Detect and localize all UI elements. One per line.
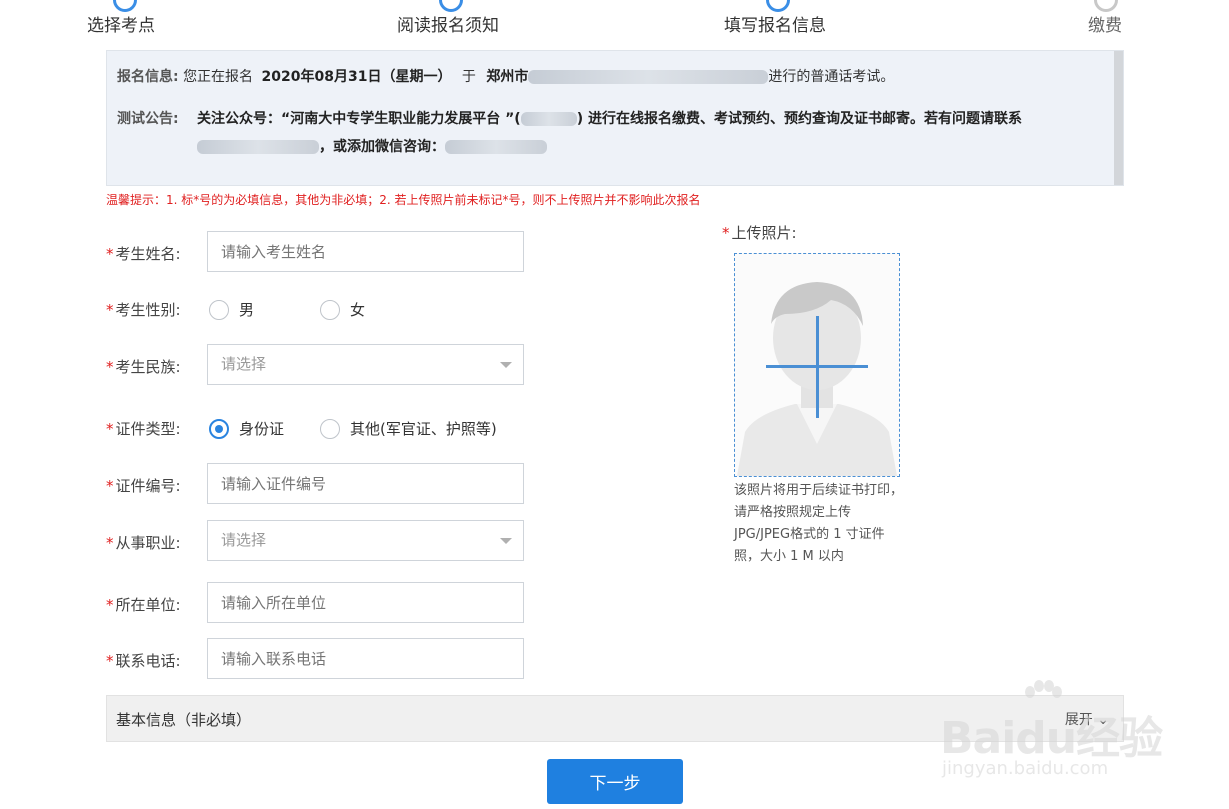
registration-suffix: 进行的普通话考试。 xyxy=(768,69,895,85)
employer-input[interactable] xyxy=(207,582,524,623)
step-label: 阅读报名须知 xyxy=(397,16,499,36)
baidu-jingyan-watermark: Baidu经验 jingyan.baidu.com xyxy=(940,680,1170,790)
id-type-idcard-radio[interactable]: 身份证 xyxy=(209,418,284,439)
photo-upload-area[interactable] xyxy=(734,253,900,477)
radio-circle-icon xyxy=(320,299,340,320)
dropdown-arrow-icon xyxy=(500,538,512,544)
photo-hint-text: 该照片将用于后续证书打印，请严格按照规定上传JPG/JPEG格式的 1 寸证件照… xyxy=(734,483,904,564)
redacted-wechat xyxy=(445,140,547,154)
dropdown-arrow-icon xyxy=(500,362,512,368)
panel-scrollbar[interactable] xyxy=(1114,51,1123,185)
occupation-label: * 从事职业: xyxy=(106,534,181,552)
required-field-tip: 温馨提示：1. 标*号的为必填信息，其他为非必填；2. 若上传照片前未标记*号，… xyxy=(106,193,701,207)
step-label: 填写报名信息 xyxy=(724,16,826,36)
redacted-phone xyxy=(197,140,319,154)
gender-female-radio[interactable]: 女 xyxy=(320,299,365,320)
notice-text: 关注公众号：“河南大中专学生职业能力发展平台 ”() 进行在线报名缴费、考试预约… xyxy=(197,111,1022,155)
registration-info-line: 报名信息: 您正在报名 2020年08月31日（星期一） 于 郑州市 进行的普通话… xyxy=(117,66,894,86)
step-label: 选择考点 xyxy=(87,16,155,36)
radio-circle-icon xyxy=(209,299,229,320)
id-type-label: * 证件类型: xyxy=(106,420,181,438)
radio-circle-icon xyxy=(320,418,340,439)
phone-label: * 联系电话: xyxy=(106,652,181,670)
gender-male-radio[interactable]: 男 xyxy=(209,299,254,320)
gender-label: * 考生性别: xyxy=(106,301,181,319)
redacted-venue xyxy=(528,70,769,84)
id-type-other-radio[interactable]: 其他(军官证、护照等) xyxy=(320,418,497,439)
redacted-account xyxy=(520,112,577,126)
registration-info-panel: 报名信息: 您正在报名 2020年08月31日（星期一） 于 郑州市 进行的普通话… xyxy=(106,50,1124,186)
phone-input[interactable] xyxy=(207,638,524,679)
id-number-label: * 证件编号: xyxy=(106,477,181,495)
ethnicity-select[interactable]: 请选择 xyxy=(207,344,524,385)
employer-label: * 所在单位: xyxy=(106,596,181,614)
registration-prefix: 您正在报名 xyxy=(183,69,254,85)
exam-city: 郑州市 xyxy=(486,69,529,85)
step-label: 缴费 xyxy=(1088,16,1122,36)
id-number-input[interactable] xyxy=(207,463,524,504)
radio-checked-icon xyxy=(209,418,229,439)
occupation-select[interactable]: 请选择 xyxy=(207,520,524,561)
registration-info-label: 报名信息: xyxy=(117,69,179,85)
ethnicity-label: * 考生民族: xyxy=(106,358,181,376)
next-step-button[interactable]: 下一步 xyxy=(547,759,683,804)
watermark-url: jingyan.baidu.com xyxy=(942,758,1109,779)
watermark-brand: Baidu经验 xyxy=(940,713,1163,764)
name-label: * 考生姓名: xyxy=(106,245,181,263)
basic-info-title: 基本信息（非必填） xyxy=(116,711,252,729)
exam-date: 2020年08月31日（星期一） xyxy=(261,69,452,85)
at-text: 于 xyxy=(461,69,476,85)
photo-label: * 上传照片: xyxy=(722,224,797,242)
step-progress-bar: 选择考点 阅读报名须知 填写报名信息 缴费 xyxy=(0,0,1229,40)
avatar-placeholder-icon xyxy=(737,282,897,476)
name-input[interactable] xyxy=(207,231,524,272)
notice-label: 测试公告: xyxy=(117,111,179,127)
